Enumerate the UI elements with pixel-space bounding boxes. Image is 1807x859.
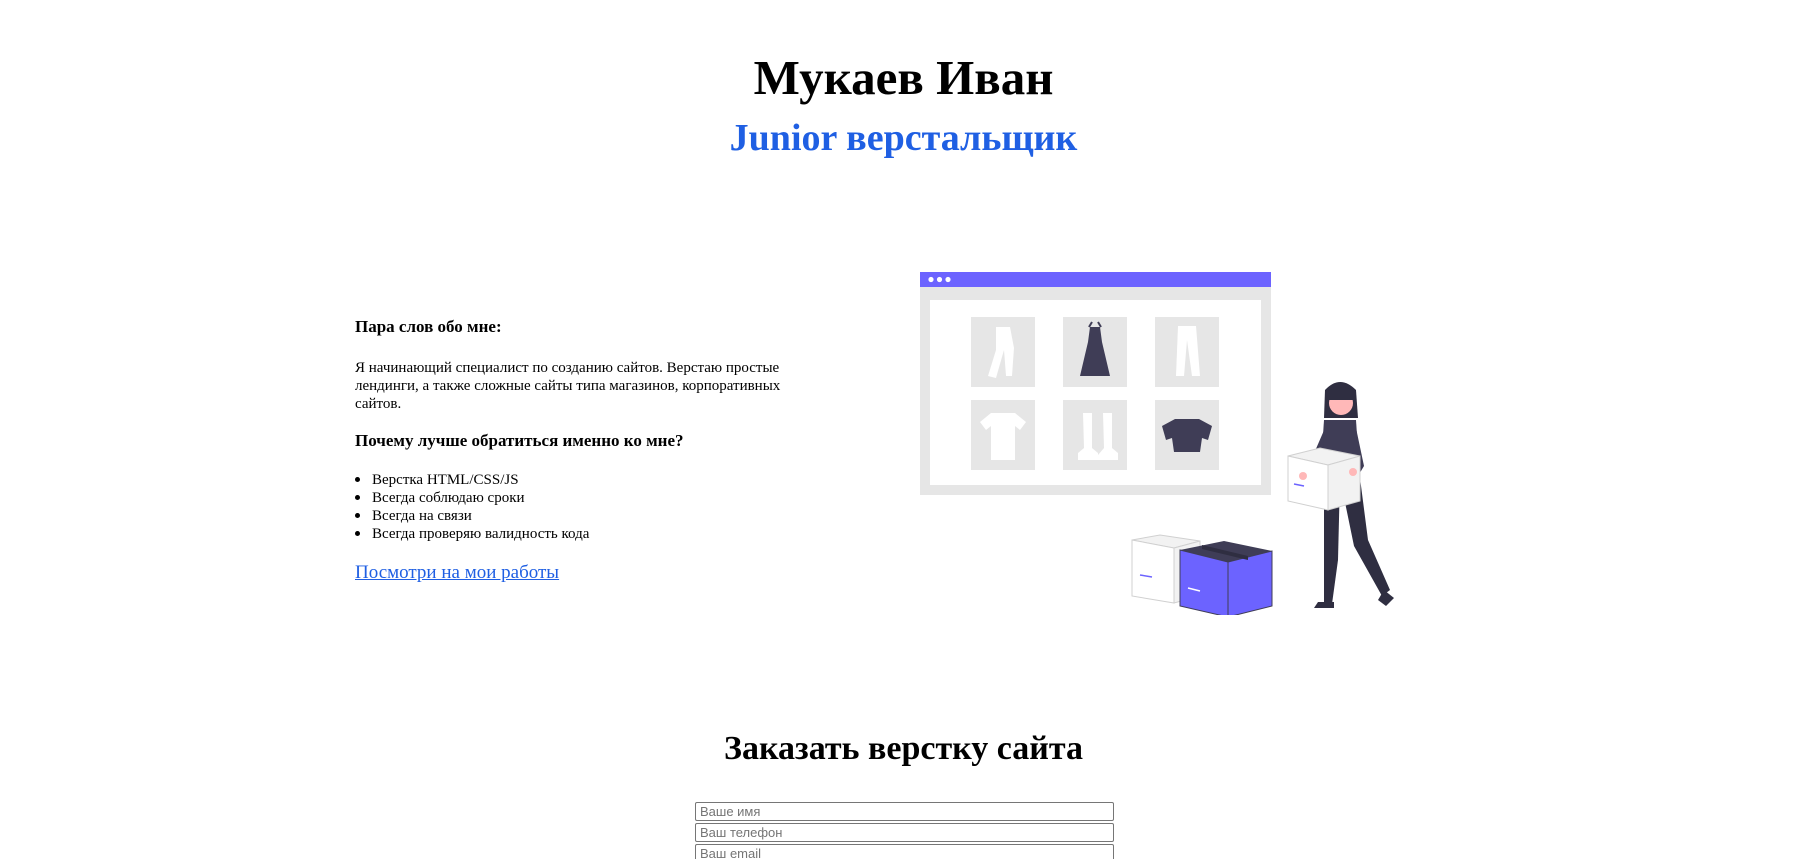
- benefit-text: Всегда на связи: [372, 508, 472, 524]
- list-item: Всегда на связи: [355, 507, 589, 525]
- bullet-icon: [355, 513, 360, 518]
- about-bio: Я начинающий специалист по созданию сайт…: [355, 360, 781, 412]
- phone-input[interactable]: [695, 823, 1114, 842]
- list-item: Всегда соблюдаю сроки: [355, 489, 589, 507]
- bullet-icon: [355, 495, 360, 500]
- benefit-text: Всегда соблюдаю сроки: [372, 490, 525, 506]
- bullet-icon: [355, 531, 360, 536]
- page: Мукаев Иван Junior верстальщик Пара слов…: [0, 0, 1807, 859]
- order-title: Заказать верстку сайта: [724, 730, 1083, 767]
- benefits-list: Верстка HTML/CSS/JS Всегда соблюдаю срок…: [355, 471, 589, 543]
- why-me-heading: Почему лучше обратиться именно ко мне?: [355, 431, 684, 450]
- list-item: Верстка HTML/CSS/JS: [355, 471, 589, 489]
- benefit-text: Всегда проверяю валидность кода: [372, 526, 590, 542]
- list-item: Всегда проверяю валидность кода: [355, 525, 590, 543]
- portfolio-link[interactable]: Посмотри на мои работы: [355, 562, 559, 584]
- about-heading: Пара слов обо мне:: [355, 317, 502, 336]
- email-input[interactable]: [695, 844, 1114, 859]
- hero-role: Junior верстальщик: [729, 117, 1078, 159]
- benefit-text: Верстка HTML/CSS/JS: [372, 472, 519, 488]
- hero-name: Мукаев Иван: [753, 50, 1054, 105]
- online-shop-illustration: [920, 270, 1400, 618]
- purple-box-icon: [1179, 541, 1273, 618]
- person-icon: [1287, 382, 1394, 608]
- name-input[interactable]: [695, 802, 1114, 821]
- bullet-icon: [355, 477, 360, 482]
- browser-window-icon: [920, 272, 1271, 495]
